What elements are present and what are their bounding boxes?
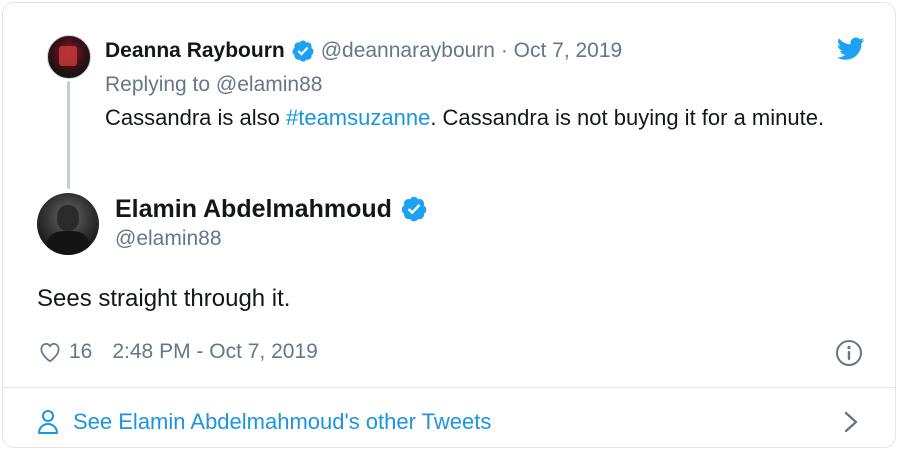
tweet-meta: 16 2:48 PM - Oct 7, 2019 <box>37 337 318 367</box>
replying-handle-link[interactable]: @elamin88 <box>216 73 323 96</box>
verified-badge-icon <box>401 196 427 222</box>
chevron-right-icon[interactable] <box>841 409 861 435</box>
parent-text-after: . Cassandra is not buying it for a minut… <box>430 105 825 130</box>
twitter-bird-icon[interactable] <box>837 37 865 61</box>
parent-author-name[interactable]: Deanna Raybourn <box>105 39 285 63</box>
parent-handle[interactable]: @deannaraybourn <box>321 39 495 63</box>
author-name-row: Elamin Abdelmahmoud <box>115 193 434 225</box>
tweet-text: Sees straight through it. <box>37 285 291 312</box>
separator-dot: · <box>494 39 514 62</box>
hashtag-link[interactable]: #teamsuzanne <box>286 105 430 130</box>
footer-divider <box>3 387 895 388</box>
thread-connector-line <box>67 81 70 189</box>
replying-to: Replying to @elamin88 <box>105 73 322 97</box>
tweet-timestamp[interactable]: 2:48 PM - Oct 7, 2019 <box>112 340 317 364</box>
replying-prefix: Replying to <box>105 73 216 96</box>
see-other-tweets-label[interactable]: See Elamin Abdelmahmoud's other Tweets <box>73 409 491 435</box>
parent-avatar[interactable] <box>47 35 91 79</box>
see-other-tweets-link[interactable]: See Elamin Abdelmahmoud's other Tweets <box>37 407 491 437</box>
like-count[interactable]: 16 <box>69 340 92 364</box>
author-name[interactable]: Elamin Abdelmahmoud <box>115 195 392 224</box>
person-icon <box>38 410 58 434</box>
parent-text-before: Cassandra is also <box>105 105 286 130</box>
parent-tweet-text: Cassandra is also #teamsuzanne. Cassandr… <box>105 101 845 135</box>
parent-header: Deanna Raybourn @deannaraybourn · Oct 7,… <box>105 37 622 65</box>
verified-badge-icon <box>292 40 314 62</box>
info-icon[interactable] <box>835 339 863 367</box>
author-handle[interactable]: @elamin88 <box>115 227 222 251</box>
embedded-tweet-card: Deanna Raybourn @deannaraybourn · Oct 7,… <box>2 2 896 448</box>
parent-date[interactable]: Oct 7, 2019 <box>514 39 623 63</box>
author-avatar[interactable] <box>37 193 99 255</box>
heart-icon[interactable] <box>37 339 63 365</box>
